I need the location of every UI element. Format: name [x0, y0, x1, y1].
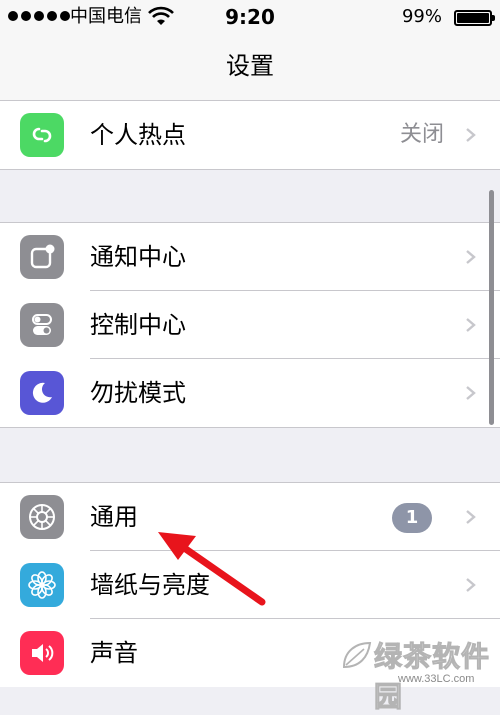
status-bar: 中国电信 9:20 99% [0, 0, 500, 34]
settings-row-value: 关闭 [399, 122, 444, 147]
watermark: 绿茶软件园 www.33LC.com [338, 633, 498, 714]
chevron-right-icon [466, 318, 476, 332]
settings-group-hotspot: 个人热点 关闭 [0, 100, 500, 170]
settings-row-label: 控制中心 [90, 311, 186, 339]
settings-row-label: 墙纸与亮度 [90, 571, 210, 599]
settings-row-label: 声音 [90, 639, 138, 667]
gear-icon [20, 495, 64, 539]
settings-row-label: 通知中心 [90, 243, 186, 271]
speaker-icon [20, 631, 64, 675]
navigation-bar: 设置 [0, 34, 500, 101]
settings-row-label: 通用 [90, 503, 138, 531]
flower-icon [20, 563, 64, 607]
settings-row-personal-hotspot[interactable]: 个人热点 关闭 [0, 101, 500, 169]
settings-row-wallpaper-brightness[interactable]: 墙纸与亮度 [0, 551, 500, 619]
hotspot-icon [20, 113, 64, 157]
battery-percent: 99% [401, 6, 442, 27]
update-badge: 1 [392, 503, 432, 533]
chevron-right-icon [466, 510, 476, 524]
settings-group-centers: 通知中心 控制中心 勿扰模式 [0, 222, 500, 428]
watermark-url: www.33LC.com [398, 673, 475, 685]
leaf-logo-icon [342, 641, 372, 669]
chevron-right-icon [466, 578, 476, 592]
chevron-right-icon [466, 128, 476, 142]
control-center-icon [20, 303, 64, 347]
scroll-indicator[interactable] [489, 190, 494, 425]
settings-row-do-not-disturb[interactable]: 勿扰模式 [0, 359, 500, 427]
settings-row-notification-center[interactable]: 通知中心 [0, 223, 500, 291]
settings-row-general[interactable]: 通用 1 [0, 483, 500, 551]
settings-row-control-center[interactable]: 控制中心 [0, 291, 500, 359]
page-title: 设置 [226, 52, 274, 80]
settings-row-label: 个人热点 [90, 121, 186, 149]
chevron-right-icon [466, 386, 476, 400]
battery-icon [454, 10, 495, 26]
chevron-right-icon [466, 250, 476, 264]
settings-row-label: 勿扰模式 [90, 379, 186, 407]
moon-icon [20, 371, 64, 415]
notification-center-icon [20, 235, 64, 279]
